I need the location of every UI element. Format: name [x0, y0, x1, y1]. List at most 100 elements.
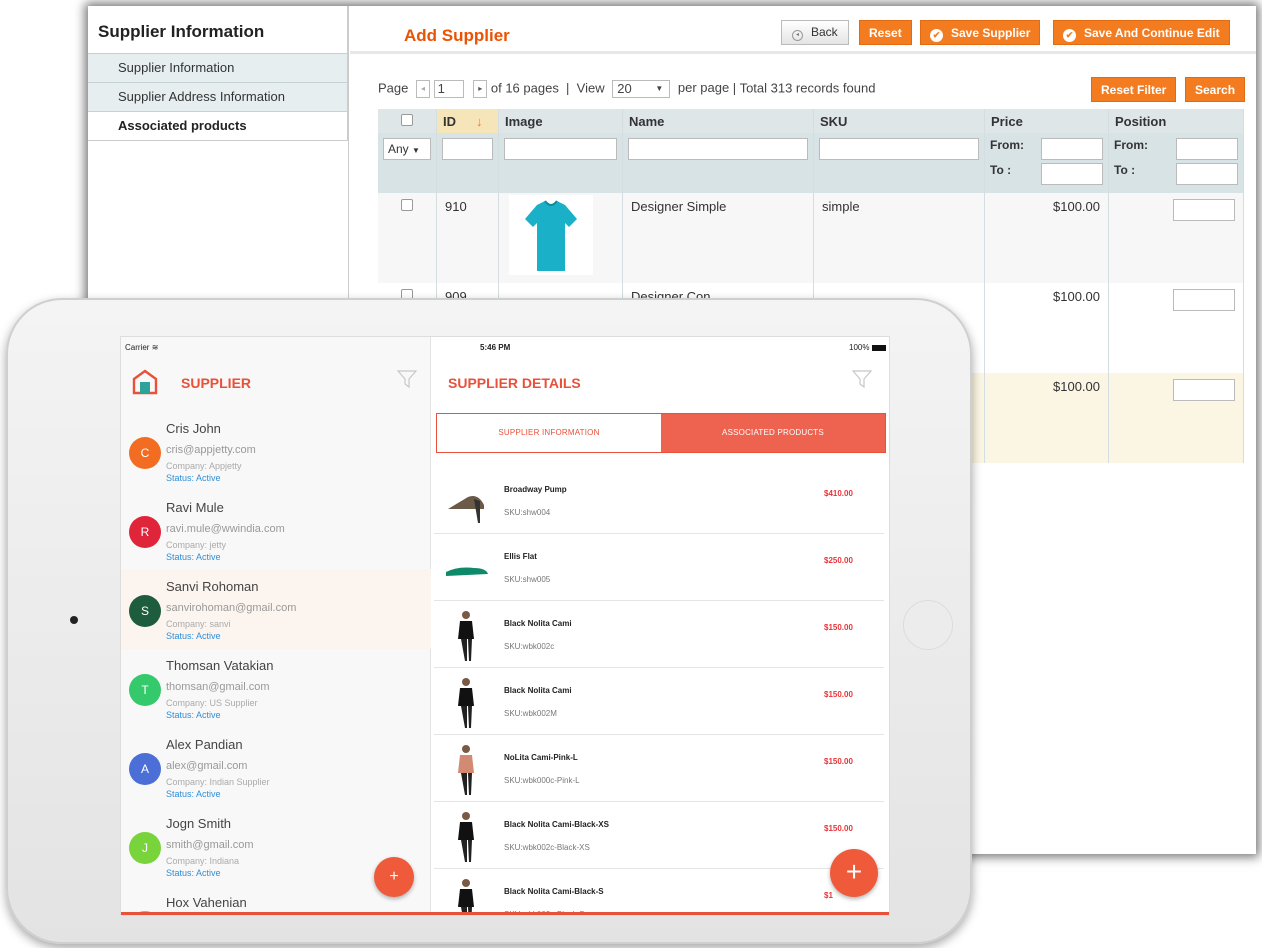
contact-list-item[interactable]: C Cris John cris@appjetty.com Company: A… — [121, 411, 431, 491]
contact-email: smith@gmail.com — [166, 839, 254, 851]
tab-supplier-information[interactable]: SUPPLIER INFORMATION — [437, 414, 661, 452]
contact-list-item[interactable]: R Ravi Mule ravi.mule@wwindia.com Compan… — [121, 490, 431, 570]
contact-email: cris@appjetty.com — [166, 444, 256, 456]
check-icon: ✔ — [930, 29, 943, 42]
col-sku[interactable]: SKU — [813, 109, 985, 133]
shoe-heel-icon — [448, 496, 484, 523]
prev-page-button[interactable]: ◂ — [416, 80, 430, 98]
sort-desc-icon: ↓ — [476, 114, 483, 129]
product-list-item[interactable]: Black Nolita Cami SKU:wbk002M $150.00 — [434, 668, 884, 735]
camera-dot — [70, 616, 78, 624]
page-header: Add Supplier ◂ Back Reset ✔ Save Supplier … — [350, 6, 1256, 54]
col-id[interactable]: ID ↓ — [436, 109, 499, 133]
per-page-label: per page — [677, 80, 730, 96]
product-list-item[interactable]: Black Nolita Cami SKU:wbk002c $150.00 — [434, 601, 884, 668]
tab-supplier-information[interactable]: Supplier Information — [88, 54, 348, 83]
product-sku: SKU:wbk002M — [504, 709, 557, 718]
contact-list-item[interactable]: A Alex Pandian alex@gmail.com Company: I… — [121, 727, 431, 807]
price-to-input[interactable] — [1041, 163, 1103, 185]
reset-button[interactable]: Reset — [859, 20, 912, 45]
carrier-text: Carrier — [125, 343, 150, 352]
col-name[interactable]: Name — [622, 109, 814, 133]
price-from-label: From: — [990, 138, 1024, 152]
reset-filter-button[interactable]: Reset Filter — [1091, 77, 1177, 102]
product-sku: SKU:shw004 — [504, 508, 551, 517]
row-checkbox-cell — [378, 193, 437, 283]
row-position-input[interactable] — [1173, 289, 1235, 311]
product-sku: SKU:wbk000c-Pink-L — [504, 776, 580, 785]
select-all-checkbox[interactable] — [401, 114, 413, 126]
position-to-input[interactable] — [1176, 163, 1238, 185]
product-name: NoLita Cami-Pink-L — [504, 753, 578, 762]
avatar-initial: S — [140, 604, 149, 618]
save-continue-button[interactable]: ✔ Save And Continue Edit — [1053, 20, 1230, 45]
home-button[interactable] — [903, 600, 953, 650]
add-product-button[interactable]: + — [830, 849, 878, 897]
battery-text: 100% — [849, 343, 870, 352]
model-icon — [458, 812, 474, 862]
price-from-input[interactable] — [1041, 138, 1103, 160]
contact-name: Hox Vahenian — [166, 895, 247, 910]
product-list-item[interactable]: NoLita Cami-Pink-L SKU:wbk000c-Pink-L $1… — [434, 735, 884, 802]
battery-icon — [871, 344, 886, 351]
records-total: Total 313 records found — [739, 80, 876, 96]
view-value: 20 — [617, 81, 632, 96]
filter-name-input[interactable] — [628, 138, 808, 160]
col-price[interactable]: Price — [984, 109, 1109, 133]
tshirt-image — [509, 195, 593, 275]
filter-any-select[interactable]: Any ▼ — [383, 138, 431, 160]
next-page-button[interactable]: ▸ — [473, 80, 488, 98]
search-button[interactable]: Search — [1185, 77, 1246, 102]
product-name: Broadway Pump — [504, 485, 567, 494]
row-price: $100.00 — [984, 373, 1109, 463]
save-supplier-button[interactable]: ✔ Save Supplier — [920, 20, 1041, 45]
contact-name: Alex Pandian — [166, 737, 243, 752]
back-button[interactable]: ◂ Back — [781, 20, 849, 45]
product-sku: SKU:wbk002c — [504, 642, 555, 651]
filter-image-input[interactable] — [504, 138, 617, 160]
add-person-icon: + — [389, 868, 399, 885]
tab-associated-products[interactable]: ASSOCIATED PRODUCTS — [661, 414, 885, 452]
row-position-input[interactable] — [1173, 199, 1235, 221]
avatar-initial: T — [141, 683, 149, 697]
filter-sku-input[interactable] — [819, 138, 979, 160]
row-position-input[interactable] — [1173, 379, 1235, 401]
product-name: Black Nolita Cami — [504, 686, 572, 695]
tab-supplier-address[interactable]: Supplier Address Information — [88, 83, 348, 112]
product-name: Black Nolita Cami-Black-S — [504, 887, 604, 896]
row-checkbox[interactable] — [401, 199, 413, 211]
model-icon — [458, 678, 474, 728]
filter-icon[interactable] — [852, 369, 872, 389]
page-input[interactable]: 1 — [433, 80, 464, 98]
row-price: $100.00 — [984, 193, 1109, 283]
row-position-cell — [1108, 373, 1244, 463]
filter-sku-cell — [813, 133, 985, 193]
dropdown-icon: ▼ — [655, 84, 664, 93]
product-list-item[interactable]: Broadway Pump SKU:shw004 $410.00 — [434, 467, 884, 534]
contact-status: Status: Active — [166, 473, 221, 483]
view-select[interactable]: 20 ▼ — [612, 80, 671, 98]
filter-position-cell: From: To : — [1108, 133, 1244, 193]
row-name: Designer Simple — [622, 193, 814, 283]
product-sku: SKU:shw005 — [504, 575, 551, 584]
contact-list-item[interactable]: T Thomsan Vatakian thomsan@gmail.com Com… — [121, 648, 431, 728]
add-supplier-button[interactable]: + — [374, 857, 414, 897]
product-list-item[interactable]: Ellis Flat SKU:shw005 $250.00 — [434, 534, 884, 601]
avatar: R — [129, 516, 161, 548]
contact-status: Status: Active — [166, 552, 221, 562]
filter-name-cell — [622, 133, 814, 193]
position-from-input[interactable] — [1176, 138, 1238, 160]
col-position[interactable]: Position — [1108, 109, 1244, 133]
tab-associated-products[interactable]: Associated products — [88, 112, 348, 141]
product-price: $150.00 — [824, 757, 853, 766]
contact-email: thomsan@gmail.com — [166, 681, 270, 693]
filter-icon[interactable] — [397, 369, 417, 389]
shoe-flat-icon — [446, 567, 488, 576]
product-list-item[interactable]: Black Nolita Cami-Black-S SKU:wbk002c-Bl… — [434, 869, 884, 915]
contact-list-item[interactable]: S Sanvi Rohoman sanvirohoman@gmail.com C… — [121, 569, 431, 649]
row-position-cell — [1108, 283, 1244, 373]
col-image[interactable]: Image — [498, 109, 623, 133]
product-list-item[interactable]: Black Nolita Cami-Black-XS SKU:wbk002c-B… — [434, 802, 884, 869]
product-name: Ellis Flat — [504, 552, 537, 561]
filter-id-input[interactable] — [442, 138, 493, 160]
